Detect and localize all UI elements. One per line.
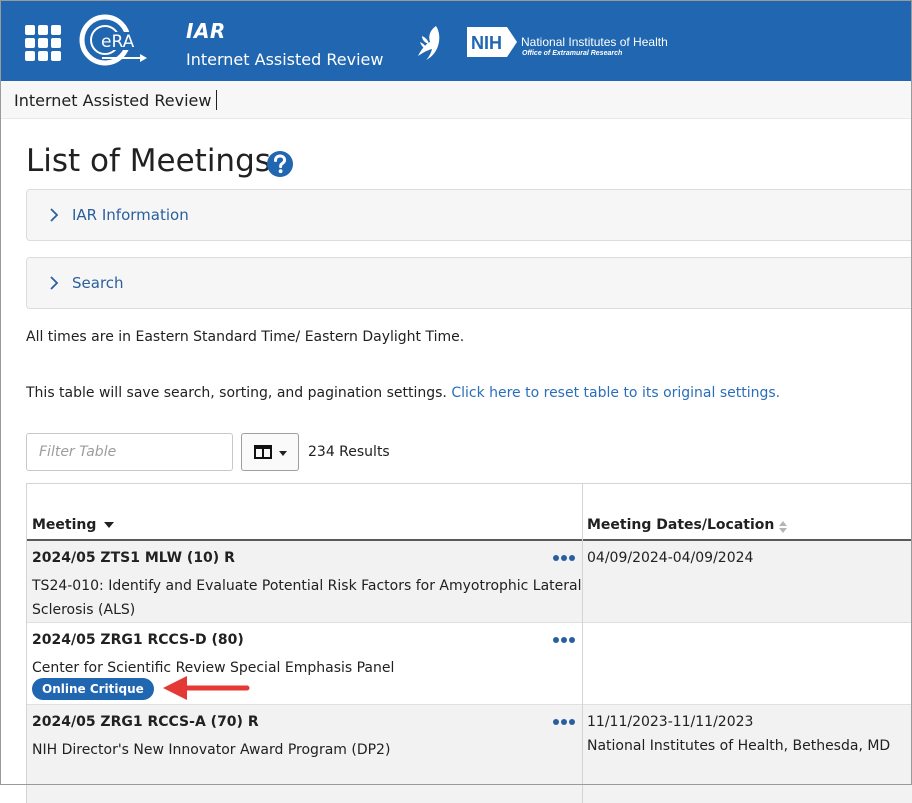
results-count: 234 Results [308, 444, 390, 460]
hhs-eagle-icon [418, 26, 440, 60]
sort-icon[interactable] [778, 520, 788, 534]
annotation-arrow-icon [163, 676, 250, 700]
columns-icon [254, 445, 272, 459]
meeting-code: 2024/05 ZTS1 MLW (10) R [32, 550, 235, 566]
meeting-location: National Institutes of Health, Bethesda,… [587, 738, 891, 754]
online-critique-badge[interactable]: Online Critique [32, 678, 154, 700]
meeting-title: TS24-010: Identify and Evaluate Potentia… [32, 578, 582, 618]
meeting-title: Center for Scientific Review Special Emp… [32, 660, 395, 676]
chevron-right-icon [50, 276, 59, 290]
meeting-dates: 04/09/2024-04/09/2024 [587, 550, 754, 566]
chevron-right-icon [50, 208, 59, 222]
timezone-note: All times are in Eastern Standard Time/ … [26, 329, 465, 345]
save-settings-text: This table will save search, sorting, an… [26, 385, 447, 401]
reset-table-link[interactable]: Click here to reset table to its origina… [451, 385, 780, 401]
meeting-code: 2024/05 ZRG1 RCCS-D (80) [32, 632, 244, 648]
column-toggle-button[interactable] [241, 433, 299, 471]
meeting-header-label: Meeting [32, 517, 97, 533]
search-accordion[interactable]: Search [26, 257, 912, 309]
breadcrumb-home[interactable]: Internet Assisted Review [14, 91, 211, 110]
table-row: 2024/05 ZRG1 RCCS-A (70) R NIH Director'… [27, 705, 912, 803]
caret-down-icon [279, 451, 287, 456]
meeting-dates: 11/11/2023-11/11/2023 [587, 714, 754, 730]
dates-column-header[interactable]: Meeting Dates/Location [587, 517, 774, 533]
era-logo[interactable]: eRA [78, 14, 148, 70]
table-row: 2024/05 ZRG1 RCCS-D (80) Center for Scie… [27, 623, 912, 705]
nih-logo-text: NIH [471, 33, 502, 53]
app-subtitle: Internet Assisted Review [186, 50, 384, 69]
page-title: List of Meetings [26, 143, 271, 179]
nih-name: National Institutes of Health [521, 35, 668, 49]
breadcrumb: Internet Assisted Review [0, 81, 912, 119]
meeting-column-header[interactable]: Meeting [32, 517, 115, 533]
filter-table-input[interactable] [26, 433, 233, 471]
more-options-icon[interactable] [553, 718, 575, 726]
meetings-table: Meeting Meeting Dates/Location 2024/05 Z… [26, 483, 912, 803]
more-options-icon[interactable] [553, 554, 575, 562]
iar-information-accordion[interactable]: IAR Information [26, 189, 912, 241]
top-header: eRA IAR Internet Assisted Review NIH Nat… [0, 0, 912, 81]
meeting-code: 2024/05 ZRG1 RCCS-A (70) R [32, 714, 259, 730]
table-row: 2024/05 ZTS1 MLW (10) R TS24-010: Identi… [27, 541, 912, 623]
sort-desc-icon [104, 522, 115, 528]
nih-office: Office of Extramural Research [522, 50, 623, 57]
question-circle-icon[interactable] [266, 150, 294, 178]
search-label: Search [72, 274, 124, 292]
era-logo-text: eRA [101, 32, 135, 52]
save-settings-note: This table will save search, sorting, an… [26, 385, 780, 401]
column-divider [582, 483, 583, 803]
more-options-icon[interactable] [553, 636, 575, 644]
table-header: Meeting Meeting Dates/Location [27, 483, 912, 541]
iar-information-label: IAR Information [72, 206, 189, 224]
app-title: IAR [186, 19, 226, 43]
breadcrumb-separator [216, 90, 217, 110]
meeting-title: NIH Director's New Innovator Award Progr… [32, 742, 391, 758]
apps-grid-icon[interactable] [25, 25, 61, 61]
nih-logo: NIH [467, 27, 517, 57]
